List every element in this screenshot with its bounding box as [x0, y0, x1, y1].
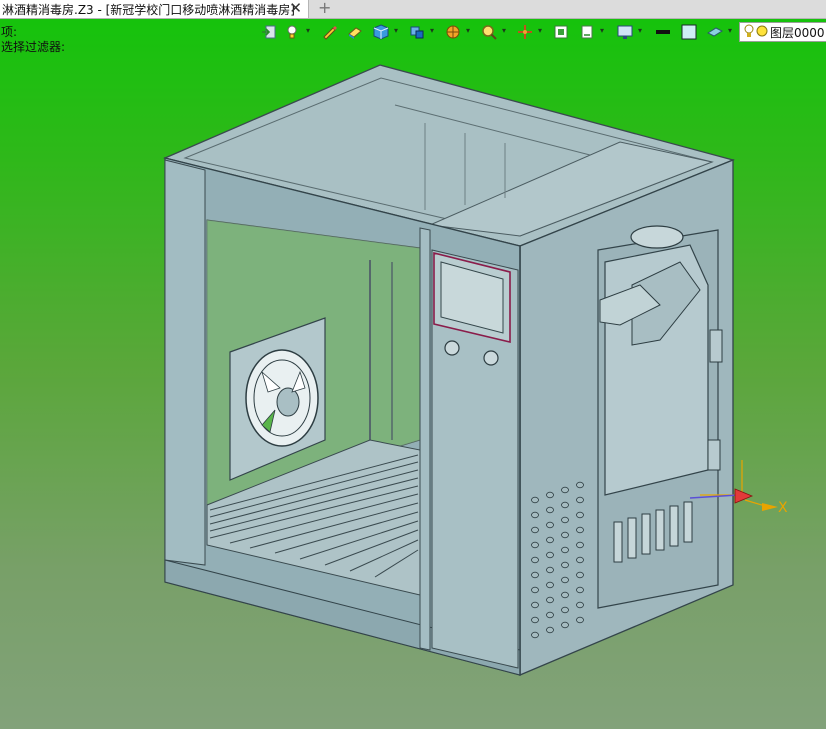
pencil-icon[interactable] — [318, 22, 340, 42]
fit-view-icon[interactable] — [550, 22, 572, 42]
control-knob-1 — [444, 340, 460, 356]
layer-name: 图层0000 — [770, 25, 825, 40]
line-weight-icon[interactable] — [652, 22, 674, 42]
plane-icon[interactable]: ▾ — [704, 22, 732, 42]
layer-selector[interactable]: 图层0000 — [739, 22, 826, 42]
front-middle-post — [419, 227, 431, 651]
front-left-column — [164, 159, 206, 566]
sphere-icon[interactable]: ▾ — [442, 22, 470, 42]
page-icon[interactable]: ▾ — [576, 22, 604, 42]
model-viewport[interactable]: X — [0, 0, 826, 729]
layer-color-icon — [756, 25, 768, 40]
fan-hub — [276, 387, 300, 417]
zoom-icon[interactable]: ▾ — [478, 22, 506, 42]
pan-icon[interactable]: ▾ — [514, 22, 542, 42]
view-toolbar: ▾ ▾ ▾ ▾ ▾ ▾ ▾ ▾ ▾ — [256, 22, 736, 42]
lightbulb-icon — [744, 24, 754, 41]
door-hinge-top — [709, 329, 723, 363]
light-icon[interactable]: ▾ — [282, 22, 310, 42]
eraser-icon[interactable] — [344, 22, 366, 42]
cube-icon[interactable]: ▾ — [370, 22, 398, 42]
import-icon[interactable] — [258, 22, 280, 42]
screen-icon[interactable]: ▾ — [614, 22, 642, 42]
control-knob-2 — [483, 350, 499, 366]
door-hinge-bottom — [707, 439, 721, 471]
x-axis-label: X — [778, 500, 788, 516]
render-style-icon[interactable]: ▾ — [406, 22, 434, 42]
tank-cap — [630, 225, 684, 249]
color-swatch-icon[interactable] — [678, 22, 700, 42]
